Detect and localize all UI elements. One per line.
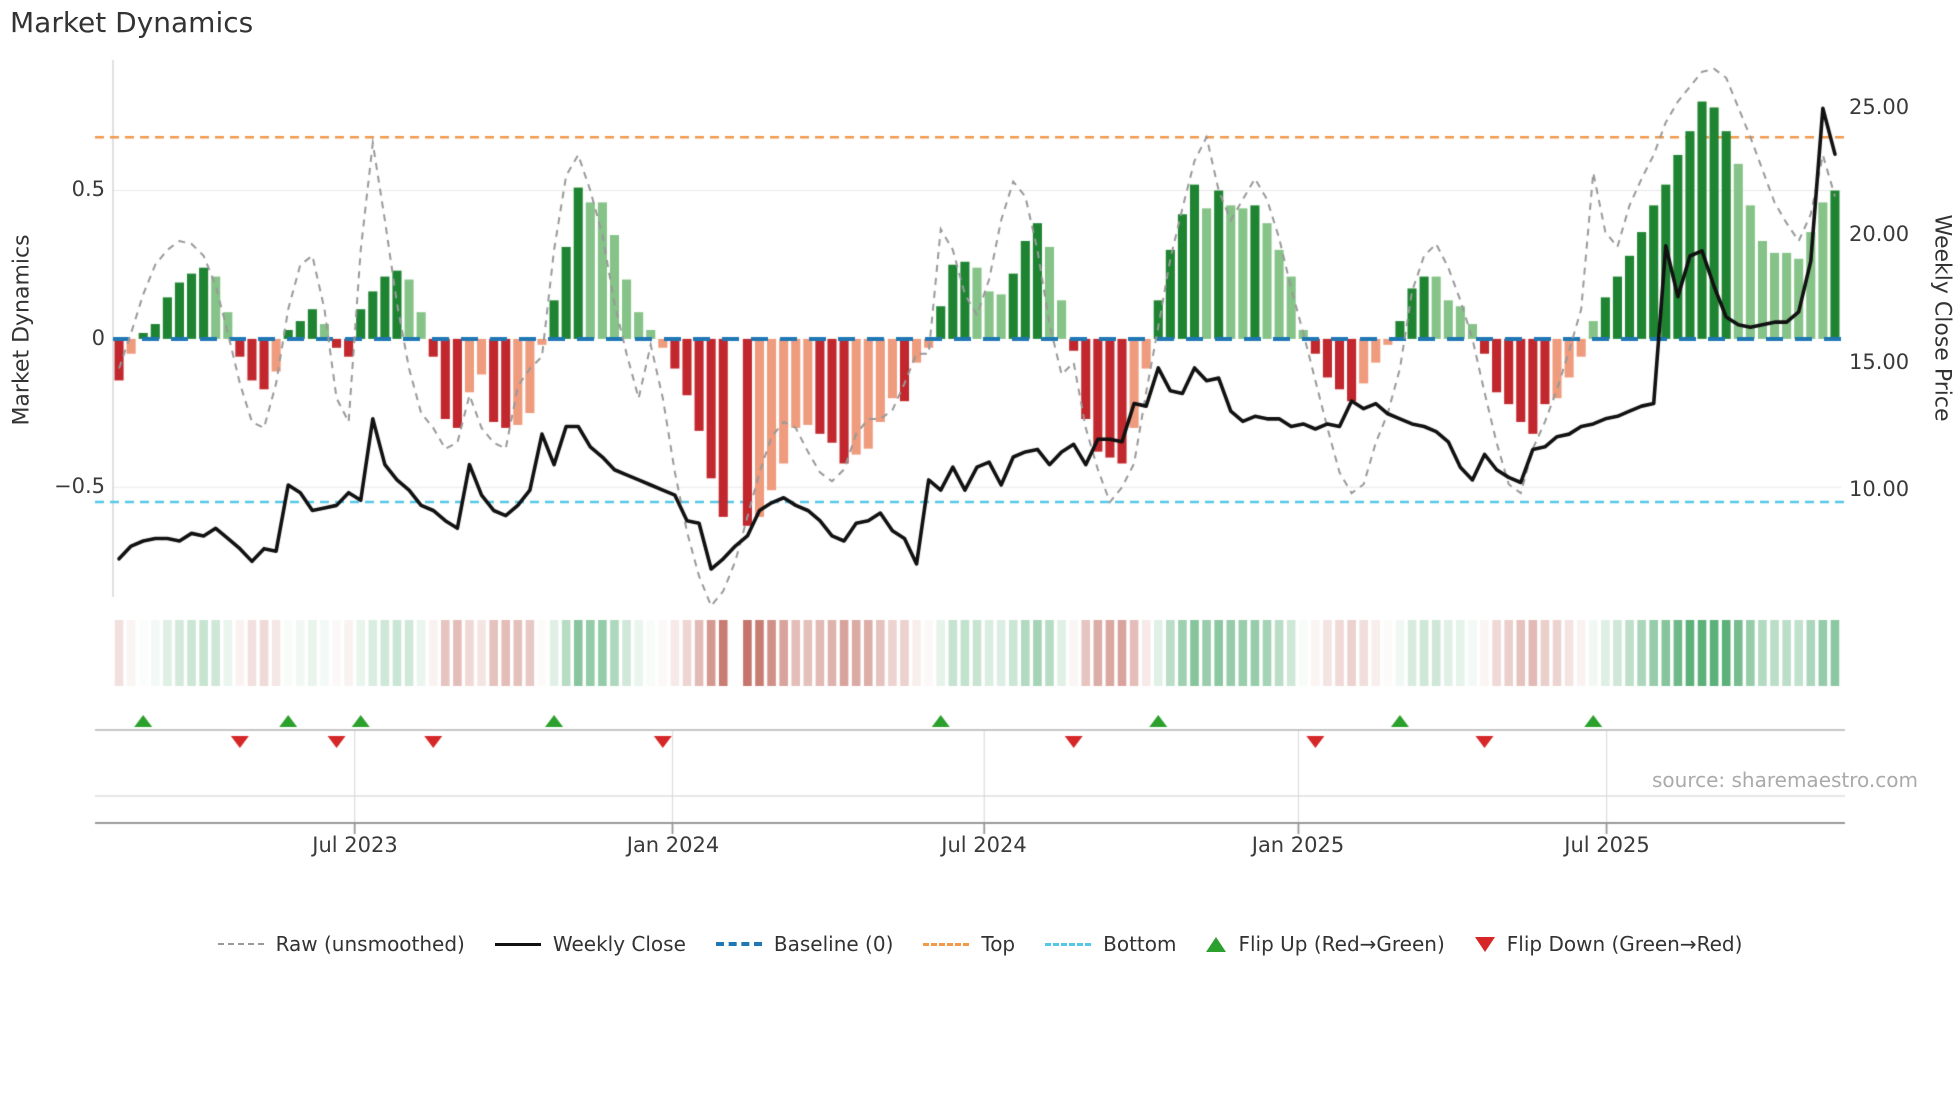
left-axis-tick: −0.5	[54, 474, 105, 498]
legend-item-weekly-close: Weekly Close	[494, 932, 686, 956]
baseline-line-sample-icon	[715, 942, 762, 946]
legend-label: Weekly Close	[552, 932, 686, 956]
left-axis-tick: 0.5	[71, 177, 105, 201]
chart-legend: Raw (unsmoothed) Weekly Close Baseline (…	[0, 932, 1960, 956]
legend-label: Flip Up (Red→Green)	[1238, 932, 1445, 956]
x-axis-tick-jan-2025: Jan 2025	[1251, 833, 1345, 857]
right-axis-tick: 15.00	[1849, 350, 1910, 374]
raw-line-sample-icon	[217, 943, 264, 945]
legend-item-flip-down: Flip Down (Green→Red)	[1474, 932, 1743, 956]
x-axis-tick-jul-2025: Jul 2025	[1564, 833, 1650, 857]
legend-item-top: Top	[923, 932, 1015, 956]
legend-item-bottom: Bottom	[1045, 932, 1176, 956]
weekly-close-line-sample-icon	[494, 942, 541, 946]
flip-down-triangle-icon	[1474, 936, 1495, 952]
legend-label: Baseline (0)	[773, 932, 894, 956]
x-axis-tick-jan-2024: Jan 2024	[626, 833, 720, 857]
right-axis-label: Weekly Close Price	[1929, 214, 1955, 422]
bottom-line-sample-icon	[1045, 942, 1092, 946]
legend-label: Bottom	[1103, 932, 1177, 956]
right-axis-tick: 10.00	[1849, 477, 1910, 501]
left-axis-label: Market Dynamics	[9, 234, 35, 426]
right-axis-tick: 25.00	[1849, 95, 1910, 119]
right-axis-tick: 20.00	[1849, 222, 1910, 246]
market-dynamics-page: { "title": "Market Dynamics", "source_no…	[0, 0, 1960, 1102]
legend-item-flip-up: Flip Up (Red→Green)	[1206, 932, 1445, 956]
legend-item-baseline: Baseline (0)	[715, 932, 894, 956]
legend-label: Flip Down (Green→Red)	[1506, 932, 1743, 956]
flip-up-triangle-icon	[1206, 936, 1227, 952]
x-axis-tick-jul-2024: Jul 2024	[941, 833, 1027, 857]
left-axis-tick: 0	[91, 326, 105, 350]
legend-label: Top	[981, 932, 1016, 956]
source-attribution: source: sharemaestro.com	[1652, 768, 1918, 792]
legend-item-raw: Raw (unsmoothed)	[217, 932, 465, 956]
legend-label: Raw (unsmoothed)	[275, 932, 465, 956]
page-title: Market Dynamics	[10, 6, 254, 39]
top-line-sample-icon	[923, 942, 970, 946]
x-axis-tick-jul-2023: Jul 2023	[312, 833, 398, 857]
